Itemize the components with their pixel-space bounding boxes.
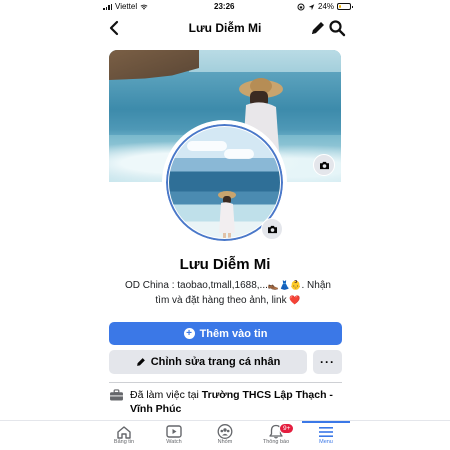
profile-bio: OD China : taobao,tmall,1688,...👞👗👶. Nhậ… [112,278,344,308]
avatar-person [218,191,236,238]
signal-icon [103,3,112,10]
cover-sky [189,50,341,72]
notification-badge: 9+ [279,423,295,434]
camera-icon [319,161,329,169]
menu-icon [319,426,333,437]
pencil-icon [136,358,145,366]
bottom-navigation: Bảng tin Watch Nhóm 9+ Thông báo Menu [0,420,450,450]
bio-text: OD China : taobao,tmall,1688,... [125,280,268,291]
pencil-icon[interactable] [309,19,327,37]
briefcase-icon [110,389,123,401]
search-icon[interactable] [328,19,346,37]
heart-icon: ❤️ [289,295,301,305]
home-icon [117,425,131,439]
avatar-cloud [187,141,227,151]
nav-item-home[interactable]: Bảng tin [99,424,149,445]
page-title: Lưu Diễm Mi [188,21,262,35]
add-to-story-label: Thêm vào tin [199,327,268,340]
nav-label-home: Bảng tin [113,439,135,445]
bio-emoji: 👞👗👶 [267,280,302,290]
nav-label-notifications: Thông báo [262,439,290,445]
battery-fill [339,5,342,8]
nav-item-groups[interactable]: Nhóm [200,424,250,445]
work-text: Đã làm việc tại Trường THCS Lập Thạch - … [130,388,344,416]
avatar-camera-button[interactable] [261,218,283,240]
lock-rotation-icon [297,2,305,11]
more-options-button[interactable]: ··· [313,350,342,374]
watch-icon [166,425,182,438]
nav-item-notifications[interactable]: 9+ Thông báo [251,423,301,445]
battery-icon [337,3,354,10]
nav-item-menu[interactable]: Menu [301,424,351,445]
plus-icon: + [183,328,195,339]
edit-profile-button[interactable]: Chỉnh sửa trang cá nhân [109,350,307,374]
profile-header: Lưu Diễm Mi [0,14,450,44]
cover-island [109,50,199,80]
add-to-story-button[interactable]: + Thêm vào tin [109,322,342,345]
groups-icon [217,424,233,439]
avatar-cloud [224,149,254,159]
status-bar: Viettel 23:26 24% [0,0,450,14]
location-icon [308,3,315,10]
divider [109,382,342,383]
nav-item-watch[interactable]: Watch [149,424,199,445]
bio-text-line2: tìm và đặt hàng theo ảnh, link [155,295,287,306]
cover-camera-button[interactable] [313,154,335,176]
edit-profile-label: Chỉnh sửa trang cá nhân [150,356,281,368]
nav-label-menu: Menu [319,439,333,445]
wifi-icon [140,4,148,10]
carrier-label: Viettel [115,2,138,11]
nav-label-watch: Watch [166,439,182,445]
status-right: 24% [297,2,354,11]
profile-name: Lưu Diễm Mi [179,256,271,273]
battery-percent: 24% [318,2,335,11]
bio-text-end: . Nhận [301,280,331,291]
work-detail: Đã làm việc tại Trường THCS Lập Thạch - … [109,388,344,416]
camera-icon [267,225,277,233]
active-tab-indicator [302,421,350,423]
status-time: 23:26 [214,2,235,11]
status-left: Viettel [103,2,148,11]
work-prefix: Đã làm việc tại [130,389,202,401]
nav-label-groups: Nhóm [217,439,233,445]
